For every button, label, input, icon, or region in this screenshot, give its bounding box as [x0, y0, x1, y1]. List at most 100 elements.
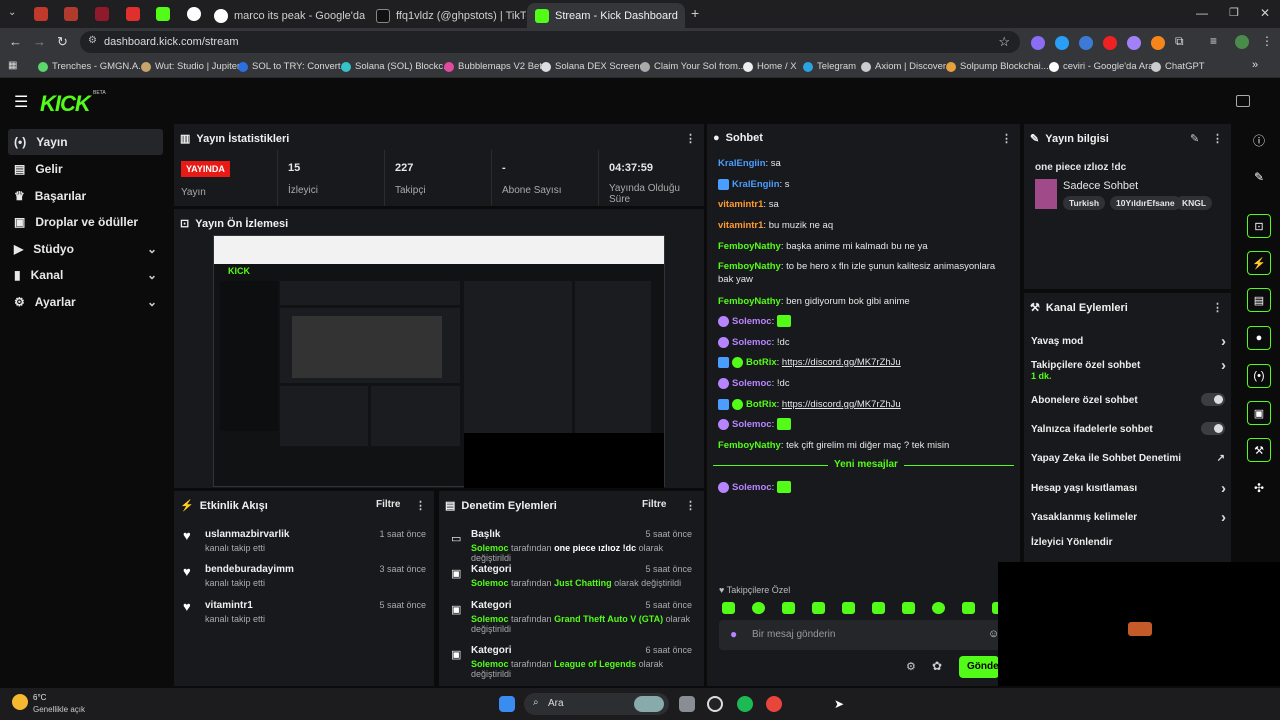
- bookmark-item[interactable]: Telegram: [803, 61, 856, 72]
- bookmark-item[interactable]: Trenches - GMGN.A...: [38, 61, 146, 72]
- maximize-icon[interactable]: ❐: [1229, 6, 1239, 19]
- spotify-icon[interactable]: [737, 696, 753, 712]
- window-close-icon[interactable]: ✕: [1260, 6, 1270, 20]
- send-button[interactable]: Gönder: [959, 656, 999, 678]
- action-host-viewers[interactable]: İzleyici Yönlendir: [1031, 537, 1231, 548]
- action-emote-only[interactable]: Yalnızca ifadelerle sohbet: [1031, 422, 1231, 435]
- action-account-age[interactable]: Hesap yaşı kısıtlaması ›: [1031, 480, 1231, 497]
- edit-icon[interactable]: ✎: [1190, 132, 1199, 145]
- bookmark-item[interactable]: Solana (SOL) Blockc...: [341, 61, 451, 72]
- extensions-puzzle-icon[interactable]: ⧉: [1175, 34, 1184, 49]
- back-icon[interactable]: ←: [9, 34, 22, 49]
- bookmark-item[interactable]: Axiom | Discover: [861, 61, 946, 72]
- broadcast-icon[interactable]: (•): [1247, 364, 1271, 388]
- minimize-icon[interactable]: —: [1196, 6, 1208, 20]
- hamburger-menu-icon[interactable]: ☰: [14, 92, 28, 112]
- sidebar-item-basarilar[interactable]: ♛ Başarılar: [8, 183, 163, 209]
- bookmark-item[interactable]: ceviri - Google'da Ara: [1049, 61, 1154, 72]
- chat-username[interactable]: FemboyNathy: [718, 241, 781, 252]
- task-view-icon[interactable]: [679, 696, 695, 712]
- chat-username[interactable]: KralEngiin: [732, 179, 780, 190]
- stream-preview-video[interactable]: KICK: [213, 235, 665, 488]
- stream-category[interactable]: Sadece Sohbet: [1063, 180, 1138, 192]
- chat-username[interactable]: BotRix: [746, 399, 777, 410]
- bookmark-item[interactable]: Wut: Studio | Jupiter: [141, 61, 240, 72]
- tag-chip[interactable]: Turkish: [1063, 196, 1106, 210]
- sidebar-item-droplar[interactable]: ▣ Droplar ve ödüller: [8, 209, 163, 235]
- bookmark-item[interactable]: Solpump Blockchai...: [946, 61, 1049, 72]
- pinned-tab-icon[interactable]: [64, 7, 78, 21]
- new-messages-label[interactable]: Yeni mesajlar: [828, 459, 904, 470]
- filter-button[interactable]: Filtre: [376, 499, 400, 510]
- extension-icon[interactable]: [1127, 36, 1141, 50]
- document-icon[interactable]: ▤: [1247, 288, 1271, 312]
- bookmark-item[interactable]: Home / X: [743, 61, 797, 72]
- weather-text[interactable]: Genellikle açık: [33, 705, 85, 714]
- kick-logo[interactable]: KICK: [40, 91, 91, 117]
- tab-google-search[interactable]: marco its peak - Google'da Ara ✕: [206, 3, 366, 28]
- pinned-tab-icon[interactable]: [156, 7, 170, 21]
- extension-icon[interactable]: [1103, 36, 1117, 50]
- tag-chip[interactable]: 10YıldırEfsane: [1110, 196, 1181, 210]
- chat-username[interactable]: vitamintr1: [718, 199, 763, 210]
- clip-icon[interactable]: ⊡: [1247, 214, 1271, 238]
- chat-username[interactable]: Solemoc: [732, 419, 772, 430]
- sidebar-item-yayin[interactable]: (•) Yayın: [8, 129, 163, 155]
- chat-settings-icon[interactable]: ⚙: [906, 660, 916, 673]
- emote-picker-item[interactable]: [962, 602, 975, 614]
- action-slow-mode[interactable]: Yavaş mod ›: [1031, 333, 1231, 350]
- taskbar-search[interactable]: ⌕ Ara: [524, 693, 669, 715]
- url-bar[interactable]: ⚙ dashboard.kick.com/stream ☆: [80, 31, 1020, 53]
- sidebar-item-studyo[interactable]: ▶ Stüdyo ⌄: [8, 236, 163, 262]
- more-options-icon[interactable]: ⋮: [1212, 132, 1223, 145]
- chat-bubble-icon[interactable]: ●: [1247, 326, 1271, 350]
- emote-picker-item[interactable]: [752, 602, 765, 614]
- new-tab-icon[interactable]: +: [691, 5, 699, 21]
- chat-username[interactable]: KralEngiin: [718, 158, 766, 169]
- chat-username[interactable]: FemboyNathy: [718, 440, 781, 451]
- chrome-icon[interactable]: [766, 696, 782, 712]
- bookmark-item[interactable]: ChatGPT: [1151, 61, 1205, 72]
- tab-search-icon[interactable]: ⌄: [8, 7, 16, 18]
- reload-icon[interactable]: ↻: [57, 34, 68, 50]
- action-ai-moderation[interactable]: Yapay Zeka ile Sohbet Denetimi ↗: [1031, 453, 1231, 464]
- chat-username[interactable]: Solemoc: [732, 337, 772, 348]
- extension-icon[interactable]: [1031, 36, 1045, 50]
- profile-avatar[interactable]: [1235, 35, 1249, 49]
- bolt-icon[interactable]: ⚡: [1247, 251, 1271, 275]
- metamask-icon[interactable]: [1151, 36, 1165, 50]
- extension-icon[interactable]: [1079, 36, 1093, 50]
- more-options-icon[interactable]: ⋮: [415, 499, 426, 512]
- emote-picker-item[interactable]: [872, 602, 885, 614]
- chat-username[interactable]: FemboyNathy: [718, 261, 781, 272]
- bookmark-item[interactable]: SOL to TRY: Convert...: [238, 61, 348, 72]
- more-options-icon[interactable]: ⋮: [1212, 301, 1223, 314]
- sidebar-item-ayarlar[interactable]: ⚙ Ayarlar ⌄: [8, 289, 163, 315]
- emote-picker-item[interactable]: [932, 602, 945, 614]
- chat-username[interactable]: Solemoc: [732, 482, 772, 493]
- extension-icon[interactable]: [1055, 36, 1069, 50]
- toggle-switch[interactable]: [1201, 422, 1225, 435]
- user-avatar[interactable]: [1236, 95, 1250, 107]
- more-options-icon[interactable]: ⋮: [685, 132, 696, 145]
- pinned-tab-icon[interactable]: [126, 7, 140, 21]
- bookmark-item[interactable]: Bubblemaps V2 Beta: [444, 61, 547, 72]
- filter-button[interactable]: Filtre: [642, 499, 666, 510]
- action-subscribers-only[interactable]: Abonelere özel sohbet: [1031, 393, 1231, 406]
- emote-picker-item[interactable]: [812, 602, 825, 614]
- windows-start-icon[interactable]: [499, 696, 515, 712]
- emote-picker-item[interactable]: [842, 602, 855, 614]
- sidebar-item-gelir[interactable]: ▤ Gelir: [8, 156, 163, 182]
- emote-picker-item[interactable]: [782, 602, 795, 614]
- toggle-switch[interactable]: [1201, 393, 1225, 406]
- forward-icon[interactable]: →: [33, 34, 46, 49]
- emote-picker-item[interactable]: [902, 602, 915, 614]
- action-followers-only[interactable]: Takipçilere özel sohbet 1 dk. ›: [1031, 357, 1231, 381]
- weather-temp[interactable]: 6°C: [33, 693, 46, 702]
- apps-grid-icon[interactable]: ▦: [8, 60, 17, 71]
- sidebar-item-kanal[interactable]: ▮ Kanal ⌄: [8, 262, 163, 288]
- add-widget-icon[interactable]: ✣: [1247, 476, 1271, 500]
- emote-picker-item[interactable]: [722, 602, 735, 614]
- more-bookmarks-icon[interactable]: »: [1252, 59, 1258, 71]
- site-info-icon[interactable]: ⚙: [88, 35, 97, 46]
